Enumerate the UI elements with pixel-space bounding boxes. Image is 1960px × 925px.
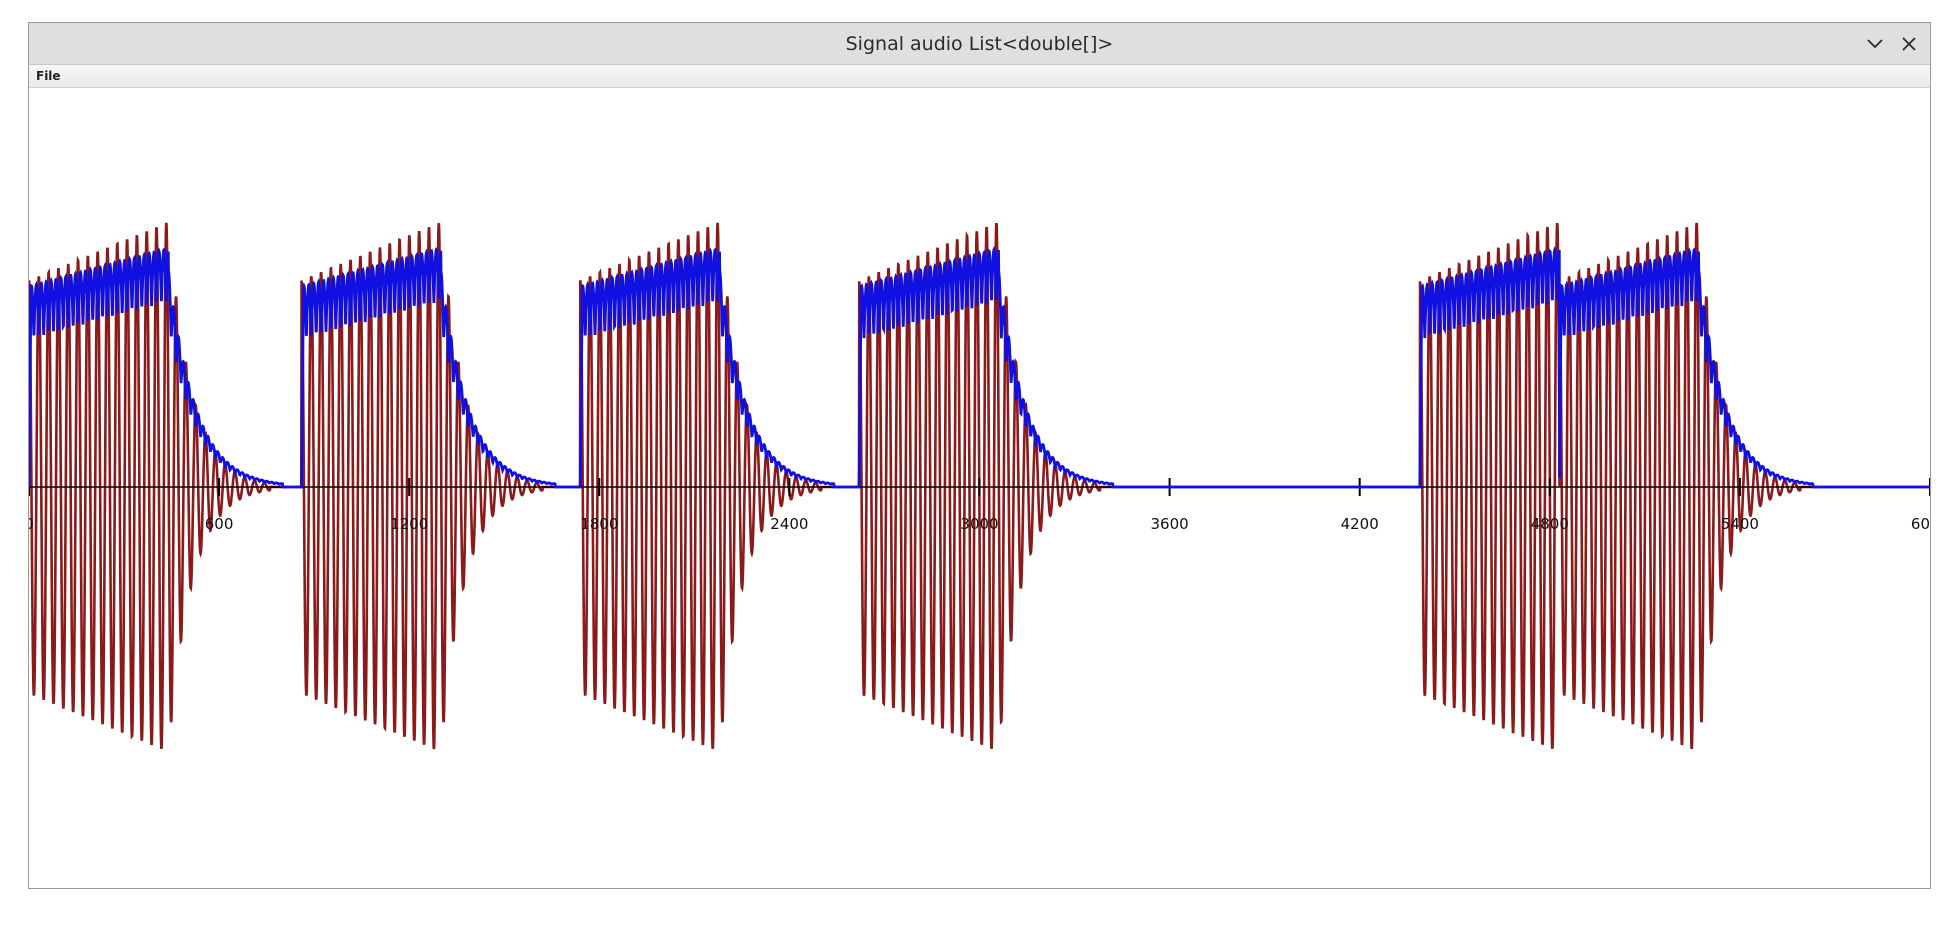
chevron-down-icon xyxy=(1867,39,1883,49)
close-button[interactable] xyxy=(1896,31,1922,57)
x-tick-label: 6000 xyxy=(1911,515,1930,533)
title-bar[interactable]: Signal audio List<double[]> xyxy=(29,23,1930,65)
minimize-button[interactable] xyxy=(1862,31,1888,57)
app-window: Signal audio List<double[]> File 0 600 120… xyxy=(28,22,1931,889)
x-tick-label: 4200 xyxy=(1341,515,1379,533)
x-tick-label: 2400 xyxy=(770,515,808,533)
x-tick-label: 3000 xyxy=(960,515,998,533)
menu-bar: File xyxy=(29,65,1930,88)
window-title: Signal audio List<double[]> xyxy=(845,33,1114,55)
close-icon xyxy=(1902,37,1916,51)
x-tick-label: 1800 xyxy=(580,515,618,533)
x-tick-label: 3600 xyxy=(1151,515,1189,533)
x-tick-label: 600 xyxy=(205,515,234,533)
x-tick-label: 1200 xyxy=(390,515,428,533)
menu-file[interactable]: File xyxy=(36,65,61,87)
x-tick-label: 4800 xyxy=(1531,515,1569,533)
signal-plot: 0 600 1200 1800 2400 3000 3600 4200 4800 5400 6000 xyxy=(29,88,1930,888)
x-tick-label: 5400 xyxy=(1721,515,1759,533)
x-tick-label: 0 xyxy=(29,515,34,533)
signal-chart: 0 600 1200 1800 2400 3000 3600 4200 4800 5400 6000 xyxy=(29,222,1930,750)
